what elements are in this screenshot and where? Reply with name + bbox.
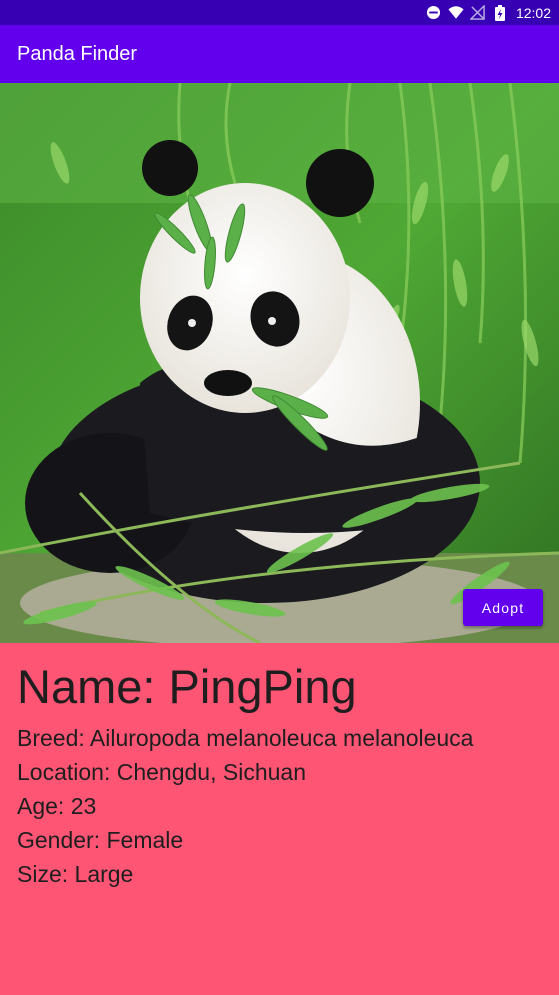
panda-gender: Gender: Female bbox=[17, 827, 184, 853]
no-signal-icon bbox=[470, 5, 486, 21]
app-bar: Panda Finder bbox=[0, 25, 559, 83]
panda-photo bbox=[0, 83, 559, 643]
app-title: Panda Finder bbox=[17, 42, 138, 65]
panda-age: Age: 23 bbox=[17, 793, 97, 819]
panda-detail-screen: 12:02 Panda Finder Adopt Name: PingPing … bbox=[0, 0, 559, 995]
panda-image bbox=[0, 83, 559, 643]
panda-name: Name: PingPing bbox=[17, 660, 357, 713]
status-time: 12:02 bbox=[515, 4, 551, 21]
panda-size: Size: Large bbox=[17, 861, 134, 887]
panda-breed: Breed: Ailuropoda melanoleuca melanoleuc… bbox=[17, 725, 474, 751]
do-not-disturb-icon bbox=[426, 5, 442, 21]
battery-charging-icon bbox=[492, 4, 508, 21]
adopt-button[interactable]: Adopt bbox=[463, 589, 543, 626]
wifi-icon bbox=[448, 5, 464, 21]
panda-info-panel: Name: PingPing Breed: Ailuropoda melanol… bbox=[0, 643, 559, 995]
status-bar: 12:02 bbox=[0, 0, 559, 25]
panda-location: Location: Chengdu, Sichuan bbox=[17, 759, 306, 785]
